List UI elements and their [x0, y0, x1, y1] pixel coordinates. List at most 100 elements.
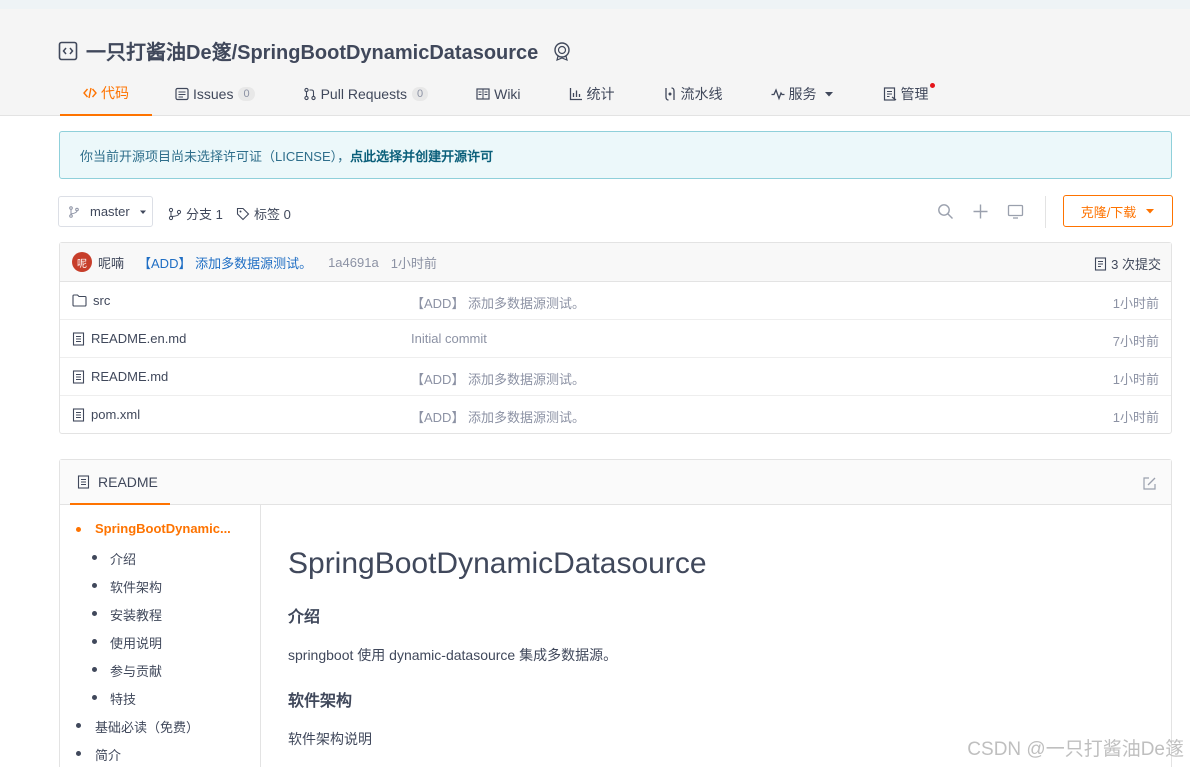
edit-icon[interactable]	[1142, 476, 1157, 491]
readme-doc-icon	[77, 474, 90, 489]
tab-pull-requests[interactable]: Pull Requests 0	[303, 72, 429, 116]
license-notice: 你当前开源项目尚未选择许可证（LICENSE）， 点此选择并创建开源许可	[59, 131, 1172, 179]
file-name[interactable]: README.md	[91, 369, 168, 384]
file-commit-message[interactable]: 【ADD】 添加多数据源测试。	[411, 369, 585, 388]
tab-admin[interactable]: 管理	[883, 72, 935, 116]
license-create-link[interactable]: 点此选择并创建开源许可	[350, 146, 493, 165]
toc-item-label: 基础必读（免费）	[95, 720, 200, 735]
tab-wiki[interactable]: Wiki	[476, 72, 521, 116]
readme-title: SpringBootDynamicDatasource	[288, 547, 707, 580]
commit-sha[interactable]: 1a4691a	[328, 255, 379, 270]
caret-down-icon	[824, 92, 833, 97]
toc-item[interactable]: 简介	[60, 745, 260, 767]
tab-pipeline[interactable]: 流水线	[663, 72, 723, 116]
activity-icon	[771, 88, 785, 101]
repo-header: 一只打酱油De篴/SpringBootDynamicDatasource	[58, 36, 572, 65]
toc-item[interactable]: 特技	[60, 689, 260, 717]
tab-code[interactable]: 代码	[60, 72, 152, 116]
pull-request-icon	[303, 87, 316, 101]
bar-chart-icon	[569, 88, 582, 101]
commit-count-link[interactable]: 3 次提交	[1094, 254, 1161, 273]
file-row[interactable]: src 【ADD】 添加多数据源测试。 1小时前	[60, 282, 1171, 320]
branches-count: 分支 1	[186, 207, 223, 222]
file-name[interactable]: README.en.md	[91, 331, 186, 346]
section-text: springboot 使用 dynamic-datasource 集成多数据源。	[288, 647, 618, 663]
clone-download-label: 克隆/下载	[1080, 204, 1137, 220]
csdn-watermark: CSDN @一只打酱油De篴	[967, 739, 1184, 760]
tags-count: 标签 0	[254, 207, 291, 222]
file-row[interactable]: README.en.md Initial commit 7小时前	[60, 320, 1171, 358]
file-commit-message[interactable]: 【ADD】 添加多数据源测试。	[411, 293, 585, 312]
toc-item-label: 软件架构	[110, 580, 163, 595]
readme-tab[interactable]: README	[70, 460, 170, 505]
readme-content: SpringBootDynamicDatasource 介绍 springboo…	[288, 505, 1148, 749]
readme-panel: README SpringBootDynamic... 介绍 软件架构 安装教程…	[59, 459, 1172, 767]
file-name[interactable]: pom.xml	[91, 407, 140, 422]
search-icon[interactable]	[937, 203, 954, 220]
tab-pull-requests-label: Pull Requests	[320, 86, 407, 102]
toc-item-label: 介绍	[110, 552, 137, 567]
section-heading: 介绍	[288, 609, 321, 626]
tab-stats[interactable]: 统计	[569, 72, 615, 116]
tab-pipeline-label: 流水线	[680, 86, 723, 102]
pipeline-icon	[664, 87, 675, 101]
file-time: 1小时前	[1112, 410, 1159, 425]
toolbar-divider	[1045, 196, 1046, 228]
toc-item[interactable]: SpringBootDynamic...	[60, 521, 260, 549]
branch-select[interactable]: master	[58, 196, 153, 227]
branch-toolbar: master 分支 1 标签 0 克隆/下载	[58, 195, 1173, 228]
file-row[interactable]: pom.xml 【ADD】 添加多数据源测试。 1小时前	[60, 396, 1171, 434]
license-notice-text: 你当前开源项目尚未选择许可证（LICENSE），	[80, 148, 351, 164]
toc-item-label: 特技	[110, 692, 137, 707]
latest-commit-row: 呢 呢喃 【ADD】 添加多数据源测试。 1a4691a 1小时前 3 次提交	[60, 243, 1171, 282]
file-time: 1小时前	[1112, 372, 1159, 387]
toc-item[interactable]: 参与贡献	[60, 661, 260, 689]
folder-icon	[72, 294, 87, 307]
toc-item-label: 使用说明	[110, 636, 163, 651]
branch-name: master	[90, 204, 130, 219]
toc-item-label: 简介	[95, 748, 122, 763]
file-icon	[72, 407, 85, 422]
readme-header: README	[60, 460, 1171, 505]
tab-services[interactable]: 服务	[771, 72, 835, 116]
file-row[interactable]: README.md 【ADD】 添加多数据源测试。 1小时前	[60, 358, 1171, 396]
tags-link[interactable]: 标签 0	[236, 204, 291, 223]
commit-author[interactable]: 呢喃	[98, 253, 124, 272]
repo-icon	[58, 41, 78, 60]
award-badge-icon[interactable]	[552, 41, 572, 61]
notification-dot	[929, 83, 935, 88]
tag-icon	[236, 207, 250, 220]
issues-count-badge: 0	[238, 87, 255, 101]
web-ide-icon[interactable]	[1007, 203, 1024, 220]
file-time: 1小时前	[1112, 296, 1159, 311]
commit-count: 3 次提交	[1111, 257, 1161, 272]
file-commit-message[interactable]: 【ADD】 添加多数据源测试。	[411, 407, 585, 426]
tab-code-label: 代码	[101, 85, 129, 101]
commit-time: 1小时前	[390, 255, 437, 271]
toc-item[interactable]: 基础必读（免费）	[60, 717, 260, 745]
commit-message[interactable]: 【ADD】 添加多数据源测试。	[138, 253, 312, 272]
readme-tab-label: README	[98, 473, 158, 490]
file-name[interactable]: src	[93, 293, 110, 308]
tab-wiki-label: Wiki	[494, 86, 521, 102]
clone-download-button[interactable]: 克隆/下载	[1063, 195, 1173, 227]
toc-item[interactable]: 介绍	[60, 549, 260, 577]
file-time: 7小时前	[1112, 334, 1159, 349]
add-file-icon[interactable]	[972, 203, 989, 220]
toc-item[interactable]: 软件架构	[60, 577, 260, 605]
file-tree: 呢 呢喃 【ADD】 添加多数据源测试。 1a4691a 1小时前 3 次提交 …	[59, 242, 1172, 434]
toc-item-label: 安装教程	[110, 608, 163, 623]
branches-link[interactable]: 分支 1	[168, 204, 223, 223]
avatar[interactable]: 呢	[72, 252, 92, 272]
tab-issues[interactable]: Issues 0	[175, 72, 255, 116]
branch-icon	[69, 205, 79, 218]
toc-item[interactable]: 使用说明	[60, 633, 260, 661]
file-icon	[72, 331, 85, 346]
repo-title[interactable]: 一只打酱油De篴/SpringBootDynamicDatasource	[86, 36, 538, 65]
file-commit-message[interactable]: Initial commit	[411, 331, 487, 346]
caret-down-icon	[1146, 209, 1155, 214]
section-heading: 软件架构	[288, 693, 353, 710]
tab-admin-label: 管理	[900, 86, 929, 102]
wiki-book-icon	[476, 88, 490, 100]
toc-item[interactable]: 安装教程	[60, 605, 260, 633]
